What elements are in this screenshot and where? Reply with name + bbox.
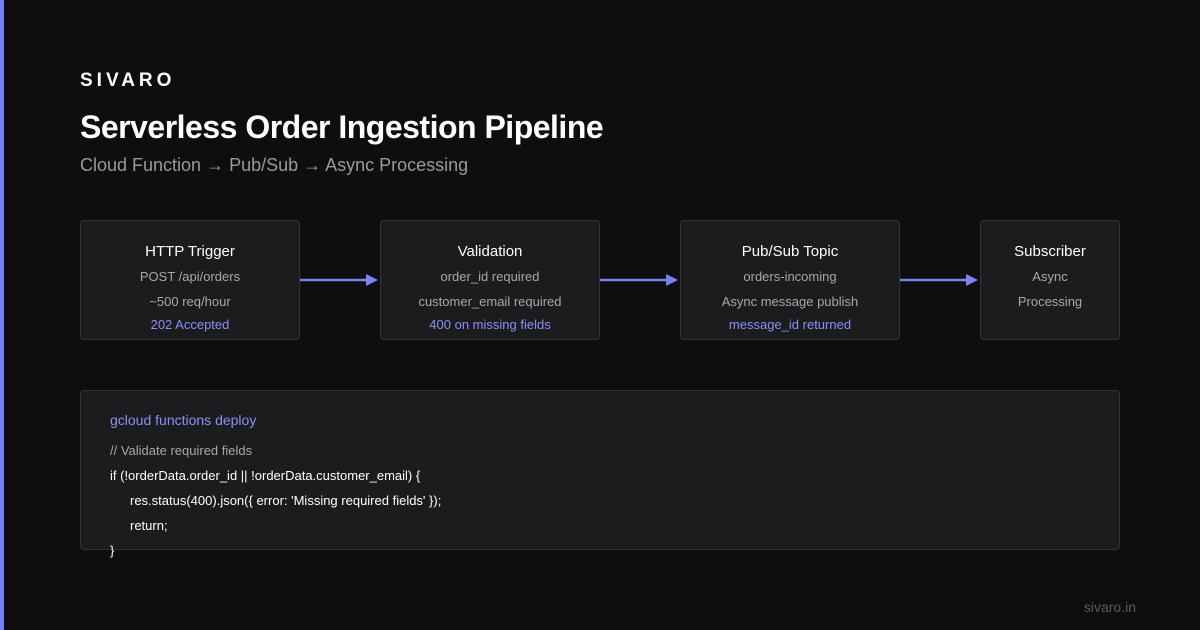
arrow-validation-to-pubsub <box>600 274 678 286</box>
arrow-pubsub-to-subscriber <box>900 274 978 286</box>
arrow-head <box>966 274 978 286</box>
code-comment: // Validate required fields <box>110 443 253 458</box>
arrow-trigger-to-validation <box>300 274 378 286</box>
code-line: if (!orderData.order_id || !orderData.cu… <box>110 468 421 483</box>
code-line: res.status(400).json({ error: 'Missing r… <box>130 493 442 508</box>
footer-url: sivaro.in <box>1083 599 1136 615</box>
code-line: return; <box>130 518 168 533</box>
code-line: } <box>110 543 115 558</box>
deploy-command: gcloud functions deploy <box>110 412 257 428</box>
arrow-head <box>666 274 678 286</box>
arrow-head <box>366 274 378 286</box>
